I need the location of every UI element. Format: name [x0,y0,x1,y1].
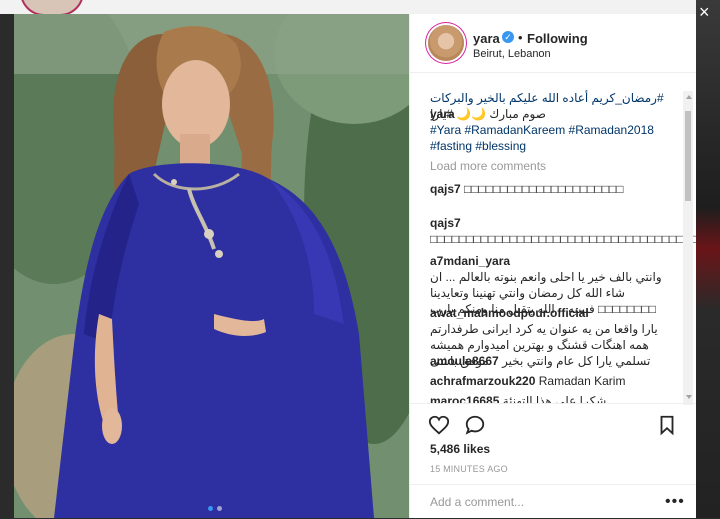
avatar[interactable] [428,25,464,61]
comment-username[interactable]: maroc16685 [430,394,499,403]
page-top-strip [0,0,720,14]
comments-list[interactable]: #رمضان_كريم أعاده الله عليكم بالخير والب… [410,73,696,403]
comment-username[interactable]: awat_mahmoodpour.official [430,306,589,320]
verified-icon: ✓ [502,31,514,43]
comment-username[interactable]: a7mdani_yara [430,254,510,268]
heart-icon[interactable] [428,414,450,436]
comment-text: Ramadan Karim [538,374,626,388]
woman-in-blue-dress-image [14,14,409,518]
comment-text: تسلمي يارا كل عام وانتي بخير [502,354,651,368]
add-comment-bar: ••• [410,484,696,519]
caption-line-2: صوم مبارك 🌙🌙 #يارا [430,107,546,121]
bookmark-icon[interactable] [656,414,678,436]
comment-username[interactable]: qajs7 [430,182,461,196]
post-actions: 5,486 likes 15 MINUTES AGO [410,403,696,494]
close-icon[interactable]: × [699,2,710,23]
scroll-up-arrow-icon[interactable] [686,95,692,99]
following-button[interactable]: Following [527,31,588,46]
comment-item: maroc16685 شكرا على هذا التهنئة [430,393,680,403]
comment-username[interactable]: qajs7 [430,216,461,230]
next-post-preview[interactable] [696,0,720,518]
load-more-comments[interactable]: Load more comments [430,159,546,173]
carousel-dot-1[interactable] [208,506,213,511]
comment-item: qajs7 □□□□□□□□□□□□□□□□□□□□□□ [430,181,680,197]
comment-text: □□□□□□□□□□□□□□□□□□□□□□ [464,182,624,196]
caption-text-ar: #رمضان_كريم أعاده الله عليكم بالخير والب… [430,91,664,105]
post-timestamp[interactable]: 15 MINUTES AGO [430,464,508,474]
comment-item: qajs7 □□□□□□□□□□□□□□□□□□□□□□□□□□□□□□□□□□… [430,215,696,247]
comment-icon[interactable] [464,414,486,436]
caption-hashtags[interactable]: #Yara #RamadanKareem #Ramadan2018 #fasti… [430,122,680,154]
separator-dot: • [518,30,523,45]
scroll-down-arrow-icon[interactable] [686,395,692,399]
post-username[interactable]: yara [473,31,500,46]
comments-scrollbar[interactable] [683,91,693,405]
carousel-indicator [208,506,222,511]
comment-username[interactable]: achrafmarzouk220 [430,374,535,388]
location-link[interactable]: Beirut, Lebanon [473,48,551,60]
comment-username[interactable]: amoula8667 [430,354,499,368]
comment-item: amoula8667 تسلمي يارا كل عام وانتي بخير [430,353,680,369]
carousel-dot-2[interactable] [217,506,222,511]
post-side-panel: yara ✓ • Following Beirut, Lebanon #رمضا… [409,14,696,518]
comment-text: شكرا على هذا التهنئة [502,394,607,403]
add-comment-input[interactable] [428,494,632,510]
post-header: yara ✓ • Following Beirut, Lebanon [410,14,696,73]
likes-count[interactable]: 5,486 likes [430,442,490,456]
more-options-icon[interactable]: ••• [665,493,685,511]
scrollbar-thumb[interactable] [685,111,691,201]
comment-item: achrafmarzouk220 Ramadan Karim [430,373,680,389]
post-photo[interactable] [14,14,409,518]
comment-text: □□□□□□□□□□□□□□□□□□□□□□□□□□□□□□□□□□□□□□□□ [430,232,696,246]
